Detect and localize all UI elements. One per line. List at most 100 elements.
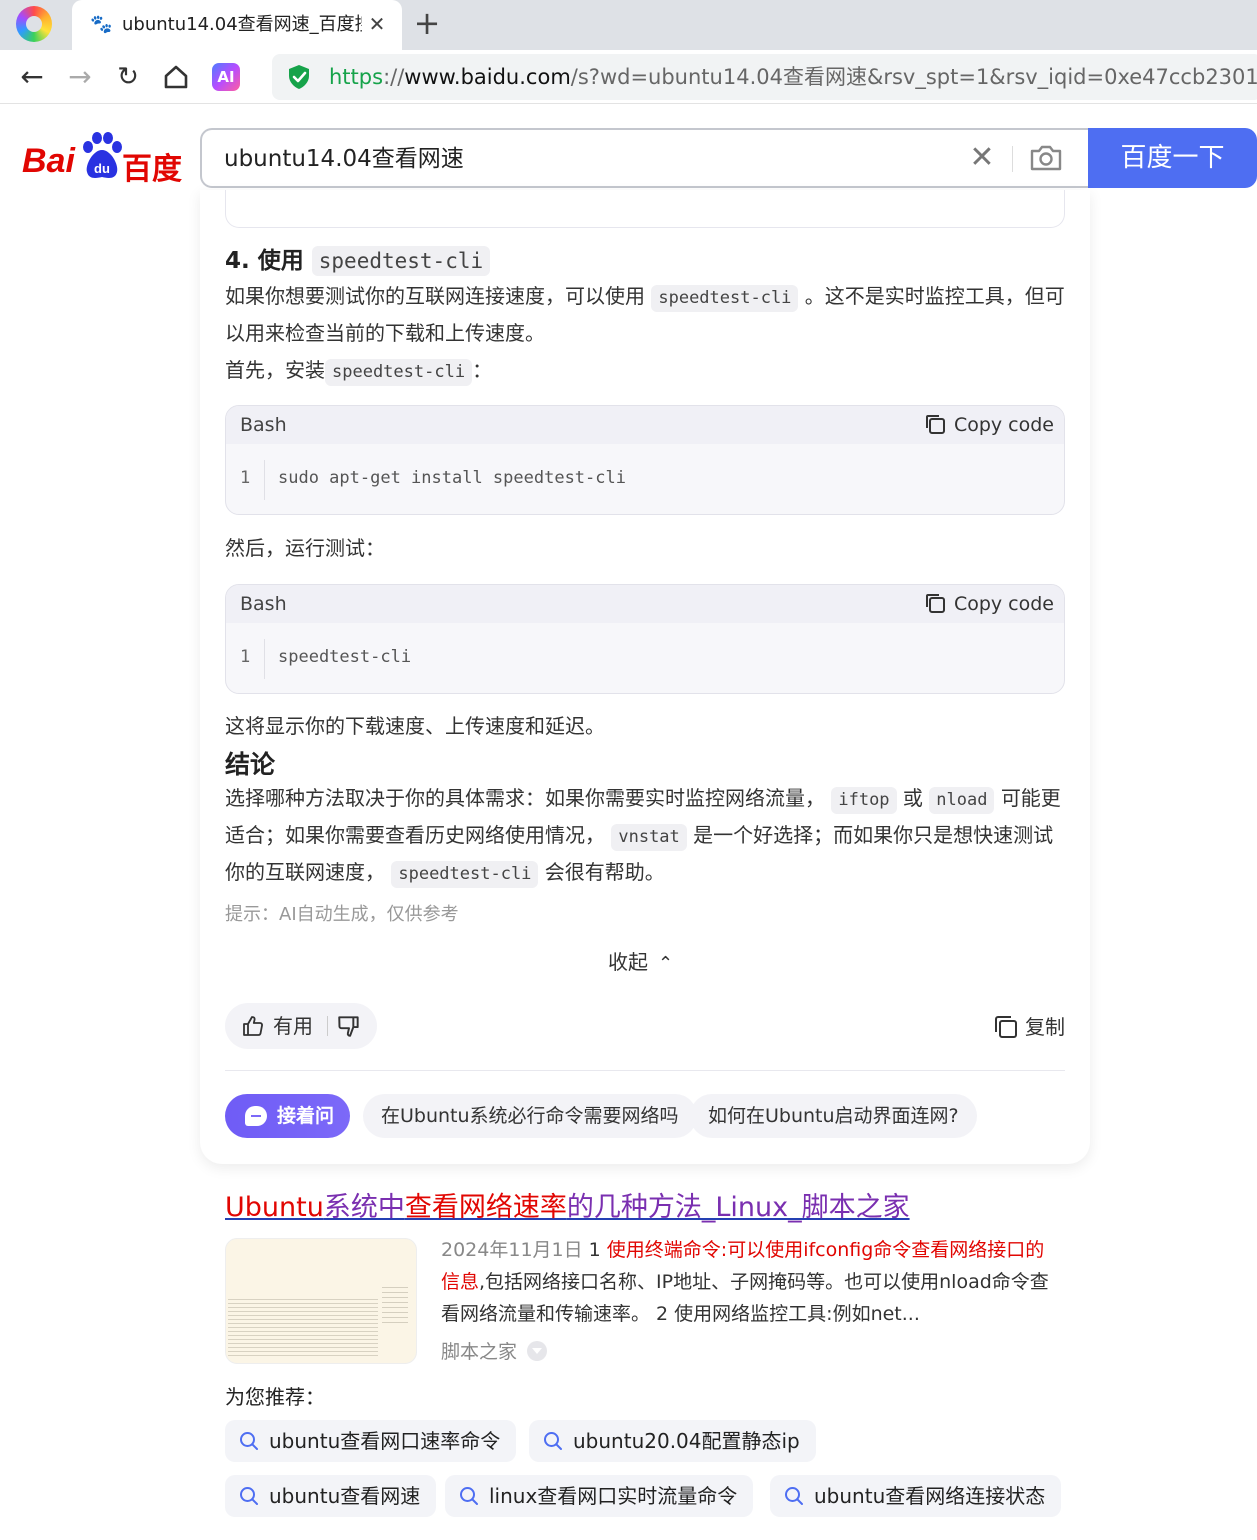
- forward-icon[interactable]: →: [62, 59, 98, 95]
- recommend-chip[interactable]: ubuntu查看网口速率命令: [225, 1420, 517, 1462]
- paragraph-speedtest-intro: 如果你想要测试你的互联网连接速度，可以使用 speedtest-cli 。这不是…: [225, 278, 1065, 352]
- useful-button[interactable]: 有用: [241, 1012, 313, 1040]
- search-box: ✕: [200, 128, 1090, 188]
- copy-code-button[interactable]: Copy code: [924, 412, 1054, 438]
- inline-code: nload: [929, 787, 995, 814]
- svg-text:du: du: [94, 161, 110, 176]
- recommend-label: linux查看网口实时流量命令: [489, 1484, 738, 1508]
- text-span: 选择哪种方法取决于你的具体需求：如果你需要实时监控网络流量，: [225, 786, 825, 810]
- search-icon: [544, 1432, 562, 1450]
- baidu-paw-icon: 🐾: [90, 14, 113, 35]
- chat-bubble-icon: [245, 1106, 267, 1126]
- code-language-label: Bash: [240, 593, 287, 615]
- code-gutter: [264, 460, 265, 500]
- address-bar[interactable]: https://www.baidu.com/s?wd=ubuntu14.04查看…: [272, 54, 1257, 100]
- snippet-text: ,包括网络接口名称、IP地址、子网掩码等。也可以使用nload命令查看网络流量和…: [441, 1271, 1049, 1325]
- logo-cn-text: 百度: [122, 152, 182, 187]
- conclusion-heading: 结论: [225, 750, 276, 779]
- baidu-logo[interactable]: Bai du 百度: [22, 132, 182, 188]
- code-line-number: 1: [240, 647, 251, 667]
- copy-answer-button[interactable]: 复制: [993, 1013, 1065, 1041]
- code-block-header: Bash Copy code: [226, 585, 1064, 623]
- follow-up-question[interactable]: 如何在Ubuntu启动界面连网?: [690, 1094, 977, 1138]
- follow-up-tag-label: 接着问: [277, 1105, 335, 1127]
- follow-up-tag[interactable]: 接着问: [225, 1094, 350, 1138]
- collapse-button[interactable]: 收起 ⌃: [608, 946, 673, 975]
- url-text: https://www.baidu.com/s?wd=ubuntu14.04查看…: [329, 64, 1257, 90]
- new-tab-button[interactable]: +: [412, 7, 442, 40]
- search-button[interactable]: 百度一下: [1088, 128, 1257, 188]
- paragraph-output: 这将显示你的下载速度、上传速度和延迟。: [225, 714, 605, 738]
- browser-tab-active[interactable]: 🐾 ubuntu14.04查看网速_百度搜索 ✕: [72, 0, 402, 50]
- thumbnail-text-lines: [228, 1299, 378, 1357]
- recommend-label: ubuntu查看网口速率命令: [269, 1429, 501, 1453]
- code-language-label: Bash: [240, 414, 287, 436]
- collapse-label: 收起: [608, 950, 648, 974]
- recommend-label: ubuntu查看网络连接状态: [814, 1484, 1046, 1508]
- text-span: 如果你想要测试你的互联网连接速度，可以使用: [225, 284, 645, 308]
- inline-code: vnstat: [611, 824, 687, 851]
- snippet-text: 1: [582, 1239, 607, 1261]
- title-highlight: 查看网络速率: [404, 1192, 567, 1223]
- source-dropdown-icon[interactable]: [527, 1341, 548, 1361]
- recommend-heading: 为您推荐：: [225, 1385, 325, 1409]
- search-icon: [240, 1432, 258, 1450]
- recommend-chip[interactable]: ubuntu查看网络连接状态: [770, 1475, 1062, 1517]
- paragraph-run-test: 然后，运行测试：: [225, 536, 385, 560]
- thumbs-down-icon[interactable]: [336, 1012, 362, 1040]
- camera-icon[interactable]: [1028, 142, 1064, 174]
- copy-code-label: Copy code: [953, 414, 1054, 436]
- search-input[interactable]: [224, 144, 944, 174]
- step-4-heading: 4. 使用 speedtest-cli: [225, 246, 491, 276]
- result-source[interactable]: 脚本之家: [441, 1338, 548, 1366]
- url-host: www.baidu.com: [404, 65, 571, 89]
- back-icon[interactable]: ←: [14, 59, 50, 95]
- inline-code: speedtest-cli: [651, 285, 799, 312]
- code-block-header: Bash Copy code: [226, 406, 1064, 444]
- card-divider: [225, 1070, 1065, 1071]
- title-highlight: Ubuntu: [225, 1192, 324, 1223]
- source-name: 脚本之家: [441, 1341, 518, 1363]
- code-line: sudo apt-get install speedtest-cli: [278, 468, 626, 488]
- copy-icon: [925, 594, 945, 613]
- recommend-label: ubuntu查看网速: [269, 1484, 421, 1508]
- clear-icon[interactable]: ✕: [966, 142, 998, 174]
- copy-icon: [995, 1016, 1017, 1038]
- recommend-chip[interactable]: ubuntu20.04配置静态ip: [529, 1420, 816, 1462]
- text-span: 或: [902, 786, 923, 810]
- browser-logo-icon[interactable]: [16, 6, 52, 42]
- ai-assistant-button[interactable]: AI: [212, 63, 240, 91]
- tab-title: ubuntu14.04查看网速_百度搜索: [122, 14, 362, 35]
- copy-code-button[interactable]: Copy code: [924, 591, 1054, 617]
- url-path: /s?wd=ubuntu14.04查看网速&rsv_spt=1&rsv_iqid…: [570, 65, 1257, 89]
- search-box-divider: [1012, 146, 1013, 172]
- paragraph-install: 首先，安装 speedtest-cli：: [225, 352, 1065, 389]
- copy-answer-label: 复制: [1025, 1015, 1065, 1039]
- ai-answer-card: 4. 使用 speedtest-cli 如果你想要测试你的互联网连接速度，可以使…: [200, 190, 1090, 1164]
- title-text: 系统中: [323, 1192, 405, 1223]
- recommend-chip[interactable]: ubuntu查看网速: [225, 1475, 437, 1517]
- recommend-chip[interactable]: linux查看网口实时流量命令: [445, 1475, 754, 1517]
- text-span: 首先，安装: [225, 358, 325, 382]
- copy-icon: [925, 415, 945, 434]
- feedback-separator: [327, 1016, 328, 1036]
- inline-code: speedtest-cli: [311, 246, 491, 276]
- search-icon: [240, 1487, 258, 1505]
- useful-label: 有用: [273, 1014, 313, 1038]
- code-gutter: [264, 639, 265, 679]
- result-thumbnail[interactable]: [225, 1238, 417, 1364]
- result-snippet: 2024年11月1日 1 使用终端命令:可以使用ifconfig命令查看网络接口…: [441, 1234, 1063, 1330]
- thumbs-up-icon: [243, 1016, 263, 1036]
- paragraph-conclusion: 选择哪种方法取决于你的具体需求：如果你需要实时监控网络流量， iftop 或 n…: [225, 780, 1065, 891]
- inline-code: iftop: [831, 787, 897, 814]
- thumbnail-side-lines: [382, 1287, 408, 1323]
- reload-icon[interactable]: ↻: [110, 59, 146, 95]
- result-title-link[interactable]: Ubuntu系统中查看网络速率的几种方法_Linux_脚本之家: [225, 1190, 910, 1226]
- logo-bai-text: Bai: [22, 142, 75, 180]
- url-scheme: https: [329, 65, 384, 89]
- text-span: ：: [472, 358, 493, 382]
- home-icon[interactable]: [158, 59, 194, 95]
- tab-close-icon[interactable]: ✕: [366, 13, 388, 35]
- follow-up-question[interactable]: 在Ubuntu系统必行命令需要网络吗: [363, 1094, 697, 1138]
- title-text: 的几种方法_Linux_脚本之家: [566, 1192, 910, 1223]
